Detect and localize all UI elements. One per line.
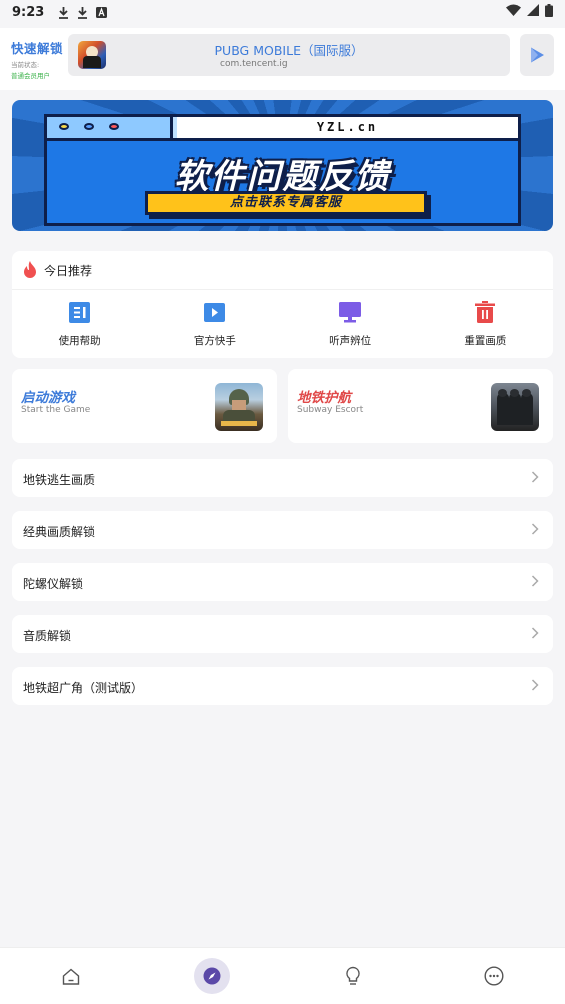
feedback-banner[interactable]: YZL.cn 软件问题反馈 点击联系专属客服 — [12, 100, 553, 231]
nav-tips[interactable] — [283, 948, 424, 1004]
member-status: 普通会员用户 — [11, 72, 50, 80]
compass-icon — [203, 967, 221, 985]
reset-quality-button[interactable]: 重置画质 — [418, 301, 553, 348]
start-game-title: 启动游戏 — [21, 390, 75, 406]
banner-url: YZL.cn — [177, 117, 518, 138]
yellow-dot — [59, 123, 69, 130]
subway-escort-title: 地铁护航 — [297, 390, 351, 406]
menu-row-label: 经典画质解锁 — [23, 525, 96, 539]
official-kuaishou-label: 官方快手 — [193, 335, 236, 347]
recommend-title: 今日推荐 — [44, 263, 93, 278]
menu-row-audio-unlock[interactable]: 音质解锁 — [12, 615, 553, 653]
flame-icon — [24, 261, 36, 278]
chevron-right-icon — [527, 521, 543, 537]
recommend-card: 今日推荐 使用帮助 官方快手 听声辨位 重置画质 — [12, 251, 553, 358]
start-game-subtitle: Start the Game — [21, 405, 91, 415]
lightbulb-icon — [346, 966, 360, 985]
chevron-right-icon — [527, 469, 543, 485]
nav-home[interactable] — [0, 948, 141, 1004]
nav-more[interactable] — [424, 948, 565, 1004]
chevron-right-icon — [527, 625, 543, 641]
chevron-right-icon — [527, 677, 543, 693]
nav-discover-active — [193, 958, 230, 994]
download-icon — [77, 6, 88, 19]
battery-icon — [545, 3, 553, 21]
trash-icon — [474, 301, 496, 323]
official-kuaishou-button[interactable]: 官方快手 — [147, 301, 282, 348]
subway-escort-subtitle: Subway Escort — [297, 405, 364, 415]
chevron-right-icon — [527, 573, 543, 589]
pubg-thumbnail — [215, 383, 263, 431]
menu-row-label: 地铁超广角（测试版） — [23, 681, 144, 695]
start-game-card[interactable]: 启动游戏 Start the Game — [12, 369, 277, 443]
banner-window: YZL.cn 软件问题反馈 点击联系专属客服 — [44, 114, 521, 226]
video-icon — [204, 301, 226, 323]
document-icon — [69, 301, 91, 323]
quick-unlock-title: 快速解锁 — [11, 41, 64, 56]
selected-app-card[interactable]: PUBG MOBILE（国际服） com.tencent.ig — [68, 34, 510, 76]
play-icon — [531, 47, 544, 63]
menu-row-label: 陀螺仪解锁 — [23, 577, 84, 591]
menu-row-metro-wide-angle[interactable]: 地铁超广角（测试版） — [12, 667, 553, 705]
quick-unlock[interactable]: 快速解锁 当前状态: 普通会员用户 — [11, 38, 71, 80]
a-icon — [96, 6, 108, 18]
status-bar: 9:23 — [0, 0, 565, 24]
help-button[interactable]: 使用帮助 — [12, 301, 147, 348]
more-icon — [484, 966, 504, 986]
app-package: com.tencent.ig — [220, 59, 288, 69]
app-name: PUBG MOBILE（国际服） — [214, 43, 364, 58]
sound-locate-label: 听声辨位 — [329, 335, 372, 347]
reset-quality-label: 重置画质 — [464, 335, 507, 347]
blue-dot — [84, 123, 94, 130]
app-header: 快速解锁 当前状态: 普通会员用户 PUBG MOBILE（国际服） com.t… — [0, 28, 565, 90]
banner-window-bar: YZL.cn — [47, 117, 518, 141]
launch-button[interactable] — [520, 34, 554, 76]
menu-row-gyroscope-unlock[interactable]: 陀螺仪解锁 — [12, 563, 553, 601]
nav-discover[interactable] — [141, 948, 282, 1004]
sound-locate-button[interactable]: 听声辨位 — [283, 301, 418, 348]
home-icon — [62, 968, 79, 985]
red-dot — [109, 123, 119, 130]
quick-unlock-state: 当前状态: — [11, 61, 40, 69]
menu-row-label: 音质解锁 — [23, 629, 72, 643]
menu-row-label: 地铁逃生画质 — [23, 473, 96, 487]
monitor-icon — [339, 301, 362, 323]
status-time: 9:23 — [12, 4, 45, 20]
subway-escort-card[interactable]: 地铁护航 Subway Escort — [288, 369, 553, 443]
recommend-header: 今日推荐 — [12, 251, 553, 290]
signal-icon — [527, 4, 539, 20]
wifi-icon — [506, 4, 521, 20]
menu-row-classic-quality-unlock[interactable]: 经典画质解锁 — [12, 511, 553, 549]
menu-row-metro-escape-quality[interactable]: 地铁逃生画质 — [12, 459, 553, 497]
download-icon — [58, 6, 69, 19]
help-label: 使用帮助 — [58, 335, 101, 347]
contact-support-button[interactable]: 点击联系专属客服 — [145, 191, 427, 215]
bottom-nav — [0, 947, 565, 1004]
metro-thumbnail — [491, 383, 539, 431]
